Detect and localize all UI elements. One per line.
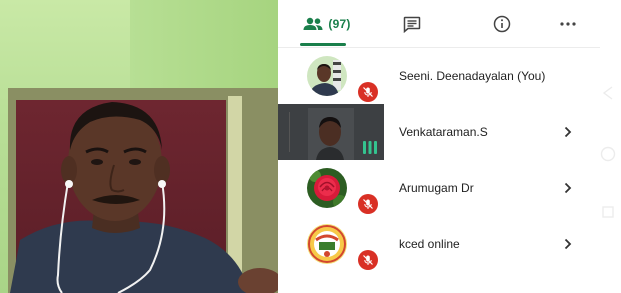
participant-name: Arumugam Dr <box>399 181 474 195</box>
self-video-tile <box>0 0 278 293</box>
avatar <box>307 56 347 96</box>
tab-info[interactable] <box>478 0 526 48</box>
panel-tabs: (97) <box>278 0 598 48</box>
chat-icon <box>403 16 421 33</box>
participant-count: (97) <box>328 17 351 31</box>
tab-people[interactable]: (97) <box>288 0 366 48</box>
participant-name: Venkataraman.S <box>399 125 488 139</box>
chevron-right-icon[interactable] <box>564 104 572 160</box>
avatar <box>307 224 347 264</box>
tab-chat[interactable] <box>388 0 436 48</box>
chevron-right-icon[interactable] <box>564 160 572 216</box>
nav-back-icon[interactable] <box>602 86 614 100</box>
people-icon <box>303 17 323 30</box>
tab-more-options[interactable] <box>546 0 590 48</box>
muted-mic-icon <box>358 82 378 102</box>
more-icon <box>560 22 576 26</box>
chevron-right-icon[interactable] <box>564 216 572 272</box>
nav-recents-icon[interactable] <box>602 206 614 218</box>
info-icon <box>493 15 511 33</box>
participant-row[interactable]: Arumugam Dr <box>278 160 598 216</box>
participant-name: kced online <box>399 237 460 251</box>
muted-mic-icon <box>358 194 378 214</box>
participant-name: Seeni. Deenadayalan (You) <box>399 69 546 83</box>
active-tab-indicator <box>300 43 346 46</box>
muted-mic-icon <box>358 250 378 270</box>
participant-row[interactable]: Venkataraman.S <box>278 104 598 160</box>
speaking-indicator-icon <box>363 141 377 154</box>
participant-row[interactable]: kced online <box>278 216 598 272</box>
participant-row[interactable]: Seeni. Deenadayalan (You) <box>278 48 598 104</box>
avatar <box>307 168 347 208</box>
person-figure <box>10 102 278 293</box>
participants-panel: (97) Seeni. Deenadayalan (You) Venkatara… <box>278 0 621 293</box>
nav-home-icon[interactable] <box>600 146 616 162</box>
